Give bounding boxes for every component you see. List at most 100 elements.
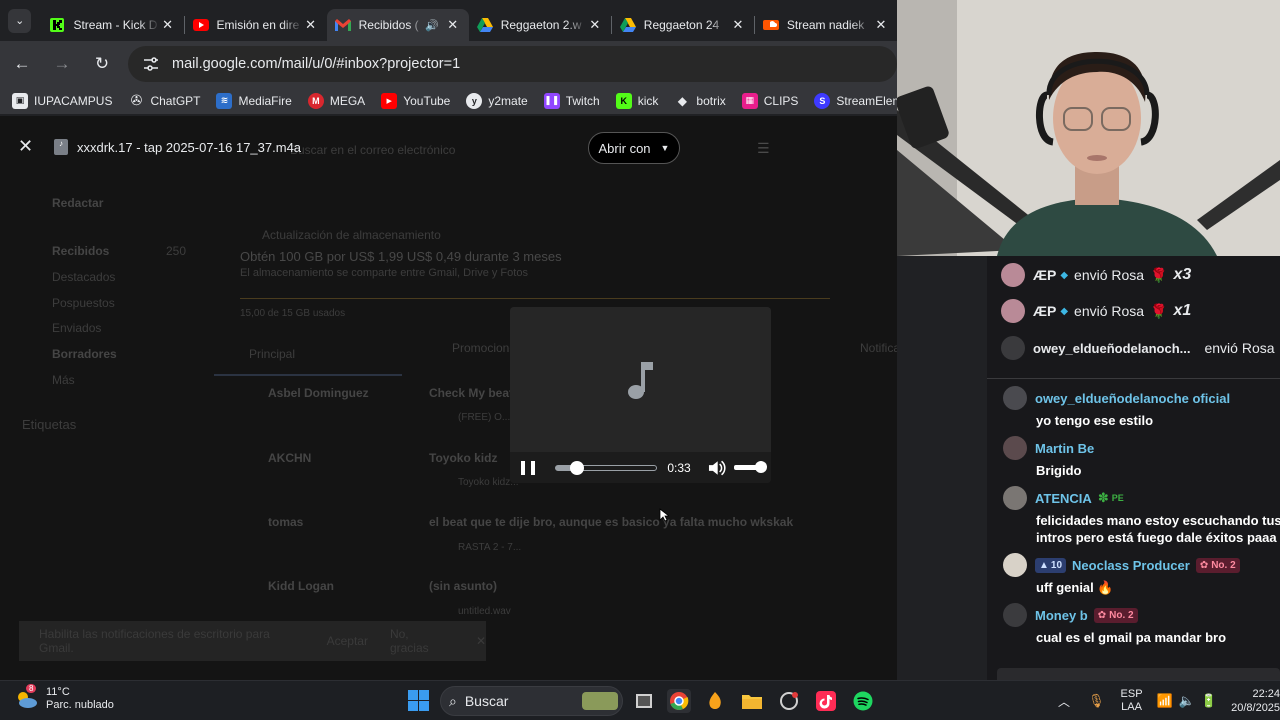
reload-button[interactable]: ↻ — [84, 46, 120, 82]
file-explorer-icon[interactable] — [740, 689, 764, 713]
close-viewer-icon[interactable]: ✕ — [18, 136, 33, 157]
app-icon-notification[interactable] — [777, 689, 801, 713]
row-subject[interactable]: Toyoko kidz — [429, 451, 497, 465]
folder-more[interactable]: Más — [52, 373, 75, 387]
google-drive-icon — [476, 17, 493, 33]
chat-username[interactable]: Money b — [1035, 608, 1088, 623]
tab-soundcloud[interactable]: Stream nadiek ✕ — [755, 9, 897, 41]
tiktok-icon[interactable] — [814, 689, 838, 713]
tab-drive-1[interactable]: Reggaeton 2.w ✕ — [469, 9, 611, 41]
speaker-icon[interactable]: 🔊 — [425, 19, 439, 32]
pause-button[interactable] — [521, 460, 535, 475]
row-attachment[interactable]: (FREE) O... — [458, 412, 510, 423]
close-icon[interactable]: ✕ — [476, 634, 486, 648]
chat-input[interactable] — [997, 668, 1280, 680]
bookmark-mediafire[interactable]: ≋ MediaFire — [216, 92, 292, 109]
chrome-icon[interactable] — [667, 689, 691, 713]
seek-bar[interactable] — [554, 460, 658, 475]
bookmark-kick[interactable]: Kkick — [615, 92, 658, 109]
weather-widget[interactable]: 8 11°C Parc. nublado — [14, 684, 114, 712]
tab-drive-2[interactable]: Reggaeton 24 ✕ — [612, 9, 754, 41]
bookmark-mega[interactable]: M MEGA — [307, 92, 365, 109]
close-icon[interactable]: ✕ — [160, 17, 176, 33]
tab-search-button[interactable]: ⌄ — [8, 8, 32, 33]
spotify-icon[interactable] — [851, 689, 875, 713]
taskbar-search[interactable]: ⌕ Buscar — [440, 686, 623, 716]
row-subject[interactable]: Check My beat — [429, 386, 513, 400]
row-sender[interactable]: Kidd Logan — [268, 579, 334, 593]
row-sender[interactable]: Asbel Dominguez — [268, 386, 369, 400]
row-attachment[interactable]: RASTA 2 - 7... — [458, 542, 521, 553]
input-language[interactable]: ESP LAA — [1121, 688, 1143, 714]
row-attachment[interactable]: untitled.wav — [458, 606, 511, 617]
twitch-icon: ❚❚ — [543, 92, 560, 109]
tab-kick[interactable]: Stream - Kick D ✕ — [41, 9, 183, 41]
back-button[interactable]: ← — [4, 46, 40, 82]
tab-primary[interactable]: Principal — [249, 347, 295, 361]
battery-icon[interactable]: 🔋 — [1201, 693, 1217, 709]
mouse-cursor-icon — [659, 508, 669, 522]
folder-sent[interactable]: Enviados — [52, 321, 101, 335]
url-text: mail.google.com/mail/u/0/#inbox?projecto… — [172, 56, 461, 72]
accept-button[interactable]: Aceptar — [327, 634, 368, 648]
windows-start-icon[interactable] — [408, 690, 429, 711]
speaker-icon[interactable]: 🔈 — [1179, 693, 1195, 709]
wifi-icon[interactable]: 📶 — [1157, 693, 1173, 709]
no-thanks-button[interactable]: No, gracias — [390, 627, 450, 655]
folder-inbox[interactable]: Recibidos — [52, 244, 109, 258]
chat-username[interactable]: owey_eldueñodelanoche oficial — [1035, 391, 1230, 406]
chat-username[interactable]: Martin Be — [1035, 441, 1094, 456]
row-subject[interactable]: el beat que te dije bro, aunque es basic… — [429, 515, 793, 529]
task-view-icon[interactable] — [632, 689, 656, 713]
country-badge: PE — [1111, 493, 1124, 503]
compose-button[interactable]: Redactar — [52, 196, 103, 210]
tab-notifications[interactable]: Notificaciones — [860, 341, 897, 355]
chat-username[interactable]: Neoclass Producer — [1072, 558, 1190, 573]
gift-user[interactable]: ÆP — [1033, 303, 1056, 319]
bookmark-streamelements[interactable]: SStreamElements — [814, 92, 897, 109]
folder-drafts[interactable]: Borradores — [52, 347, 117, 361]
row-sender[interactable]: AKCHN — [268, 451, 311, 465]
clock[interactable]: 22:24 20/8/2025 — [1231, 687, 1280, 715]
volume-icon[interactable] — [708, 460, 726, 476]
open-with-button[interactable]: Abrir con ▼ — [588, 132, 680, 164]
volume-slider[interactable] — [733, 461, 767, 473]
address-bar[interactable]: mail.google.com/mail/u/0/#inbox?projecto… — [128, 46, 897, 82]
gift-user[interactable]: owey_eldueñodelanoch... — [1033, 341, 1190, 356]
bookmarks-bar: ▣ IUPACAMPUS ✇ ChatGPT ≋ MediaFire M MEGA ▶ Y… — [0, 87, 897, 115]
site-settings-icon[interactable] — [138, 51, 164, 77]
folder-starred[interactable]: Destacados — [52, 270, 115, 284]
chat-username[interactable]: ATENCIA — [1035, 491, 1092, 506]
tab-gmail[interactable]: Recibidos ( 🔊 ✕ — [326, 9, 469, 41]
volume-handle[interactable] — [755, 461, 767, 473]
row-sender[interactable]: tomas — [268, 515, 303, 529]
bookmark-chatgpt[interactable]: ✇ ChatGPT — [128, 92, 201, 109]
close-icon[interactable]: ✕ — [730, 17, 746, 33]
fl-studio-icon[interactable] — [703, 689, 727, 713]
tab-youtube[interactable]: Emisión en dire ✕ — [185, 9, 327, 41]
clock-time: 22:24 — [1252, 688, 1280, 700]
bookmark-iupacampus[interactable]: ▣ IUPACAMPUS — [12, 92, 112, 109]
forward-button[interactable]: → — [44, 46, 80, 82]
row-subject[interactable]: (sin asunto) — [429, 579, 497, 593]
bookmark-youtube[interactable]: ▶ YouTube — [381, 92, 450, 109]
close-icon[interactable]: ✕ — [303, 17, 319, 33]
close-icon[interactable]: ✕ — [445, 17, 461, 33]
chevron-up-icon[interactable]: ︿ — [1058, 693, 1070, 710]
gift-user[interactable]: ÆP — [1033, 267, 1056, 283]
bookmark-clips[interactable]: ▦ CLIPS — [741, 92, 798, 109]
seek-handle[interactable] — [569, 460, 584, 475]
bookmark-botrix[interactable]: ◆ botrix — [674, 93, 726, 109]
microphone-icon[interactable]: 🎙 — [1088, 693, 1105, 709]
rank-badge: ✿ No. 2 — [1195, 557, 1240, 573]
weather-icon: 8 — [14, 684, 38, 711]
inbox-count: 250 — [166, 244, 187, 258]
playback-time: 0:33 — [667, 460, 691, 475]
chat-message: ATENCIA ✽ PE felicidades mano estoy escu… — [1003, 486, 1280, 546]
bookmark-twitch[interactable]: ❚❚ Twitch — [543, 92, 600, 109]
bookmark-y2mate[interactable]: y y2mate — [466, 92, 528, 109]
close-icon[interactable]: ✕ — [873, 17, 889, 33]
gift-multiplier: x3 — [1173, 266, 1192, 283]
close-icon[interactable]: ✕ — [587, 17, 603, 33]
folder-snoozed[interactable]: Pospuestos — [52, 296, 115, 310]
